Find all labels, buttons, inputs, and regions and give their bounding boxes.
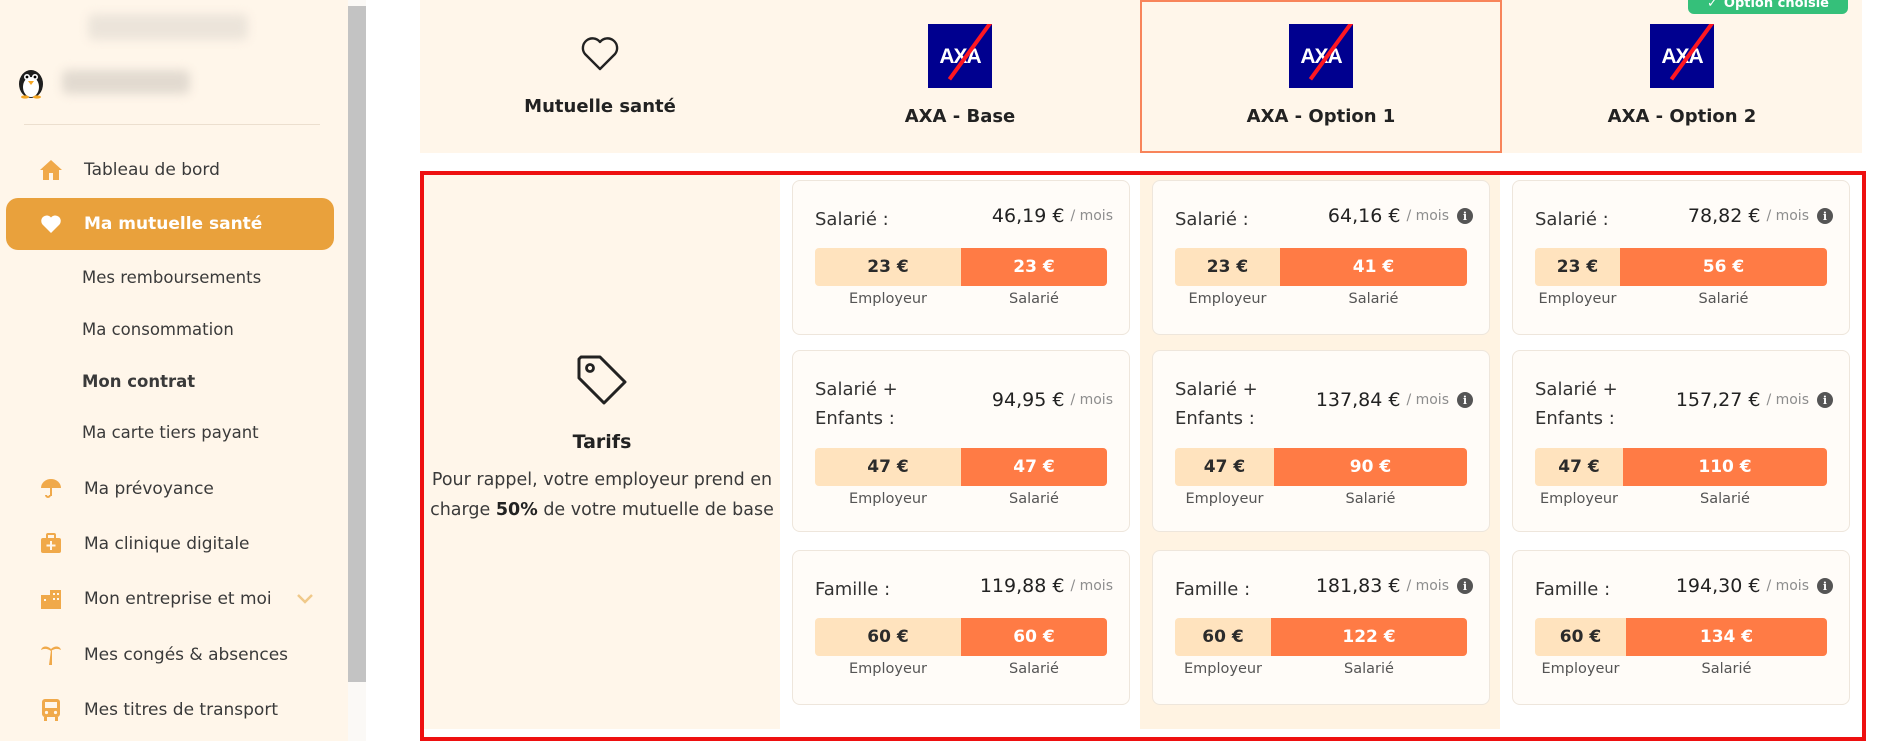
plan-name: AXA - Option 2 [1607,106,1757,127]
sidebar-item-label: Ma prévoyance [84,479,214,499]
chosen-option-badge: ✓ Option choisie [1688,0,1848,14]
sidebar-item-dashboard[interactable]: Tableau de bord [6,144,334,196]
sidebar-divider [24,124,320,125]
bus-icon [38,697,64,723]
blurred-company-logo [88,14,248,40]
plan-header-base[interactable]: AXA AXA - Base [780,0,1140,153]
submenu-carte-tiers-payant[interactable]: Ma carte tiers payant [82,423,259,442]
sidebar-item-conges[interactable]: Mes congés & absences [6,629,334,681]
sidebar-item-clinique[interactable]: Ma clinique digitale [6,518,334,570]
sidebar-item-label: Mon entreprise et moi [84,589,272,609]
highlight-frame [420,171,1866,741]
palm-tree-icon [38,642,64,668]
mutuelle-header-cell: Mutuelle santé [420,0,780,153]
chevron-down-icon[interactable] [296,590,314,610]
plans-header: Mutuelle santé AXA AXA - Base AXA AXA - … [420,0,1862,153]
sidebar-item-label: Ma clinique digitale [84,534,250,554]
axa-logo: AXA [1650,24,1714,88]
user-profile[interactable] [14,62,314,102]
axa-logo: AXA [1289,24,1353,88]
submenu-consommation[interactable]: Ma consommation [82,320,234,339]
submenu-contrat[interactable]: Mon contrat [82,372,195,391]
submenu-remboursements[interactable]: Mes remboursements [82,268,261,287]
sidebar-item-label: Mes congés & absences [84,645,289,665]
medical-kit-icon [38,531,64,557]
sidebar-scrollbar-thumb[interactable] [348,6,366,682]
heart-outline-icon [580,36,620,76]
sidebar-item-entreprise[interactable]: Mon entreprise et moi [6,573,334,625]
plan-name: AXA - Base [904,106,1016,127]
sidebar-item-prevoyance[interactable]: Ma prévoyance [6,463,334,515]
building-icon [38,586,64,612]
plan-header-option-1[interactable]: AXA AXA - Option 1 [1140,0,1502,153]
blurred-user-name [62,70,190,94]
sidebar-item-label: Tableau de bord [84,160,220,180]
axa-logo: AXA [928,24,992,88]
sidebar-item-transport[interactable]: Mes titres de transport [6,684,334,736]
umbrella-icon [38,476,64,502]
check-icon: ✓ [1706,0,1718,11]
sidebar-item-label: Mes titres de transport [84,700,278,720]
plan-header-option-2[interactable]: AXA AXA - Option 2 [1502,0,1862,153]
heart-icon [38,211,64,237]
mutuelle-title: Mutuelle santé [524,96,676,117]
sidebar-item-mutuelle[interactable]: Ma mutuelle santé [6,198,334,250]
home-icon [38,157,64,183]
penguin-avatar-icon [14,65,48,99]
main-content: Mutuelle santé AXA AXA - Base AXA AXA - … [366,0,1877,741]
plan-name: AXA - Option 1 [1246,106,1396,127]
sidebar: Tableau de bord Ma mutuelle santé Mes re… [0,0,348,741]
sidebar-item-label: Ma mutuelle santé [84,214,263,234]
